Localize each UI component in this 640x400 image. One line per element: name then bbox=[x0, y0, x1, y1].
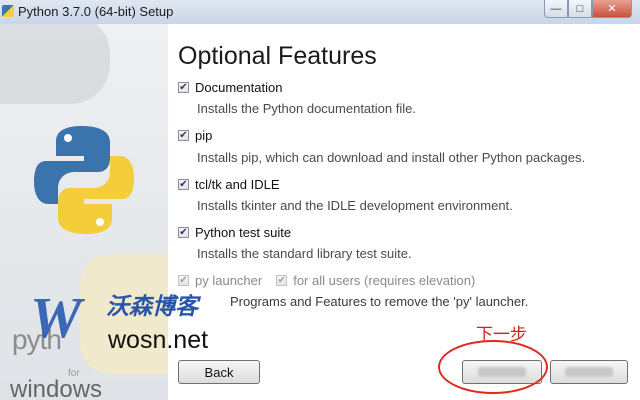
option-python-test-suite[interactable]: ✔ Python test suite bbox=[178, 225, 291, 240]
option-label: Documentation bbox=[195, 80, 283, 95]
checkbox-checked-icon[interactable]: ✔ bbox=[178, 82, 189, 93]
option-label: Python test suite bbox=[195, 225, 292, 240]
option-label: tcl/tk and IDLE bbox=[195, 177, 280, 192]
option-description: Installs the Python documentation file. bbox=[197, 101, 416, 116]
watermark-url: wosn.net bbox=[108, 326, 209, 354]
maximize-button[interactable]: □ bbox=[568, 0, 592, 18]
option-description: Installs the standard library test suite… bbox=[197, 246, 412, 261]
option-description: Installs pip, which can download and ins… bbox=[197, 150, 586, 165]
checkbox-checked-icon[interactable]: ✔ bbox=[178, 130, 189, 141]
option-pip[interactable]: ✔ pip bbox=[178, 128, 212, 143]
launcher-options-row: ✔ py launcher ✔ for all users (requires … bbox=[178, 273, 475, 288]
maximize-icon: □ bbox=[576, 2, 584, 15]
option-tcltk-idle[interactable]: ✔ tcl/tk and IDLE bbox=[178, 177, 280, 192]
checkbox-checked-icon[interactable]: ✔ bbox=[178, 227, 189, 238]
annotation-circle bbox=[438, 340, 548, 394]
watermark-site-name: 沃森博客 bbox=[106, 293, 198, 319]
option-label: pip bbox=[195, 128, 213, 143]
setup-window: Python 3.7.0 (64-bit) Setup — □ ✕ pyth f… bbox=[0, 0, 640, 400]
window-controls: — □ ✕ bbox=[544, 0, 632, 18]
windows-wordmark: windows bbox=[10, 376, 103, 400]
back-button[interactable]: Back bbox=[178, 360, 260, 384]
checkbox-checked-disabled-icon: ✔ bbox=[276, 274, 288, 286]
window-title: Python 3.7.0 (64-bit) Setup bbox=[18, 4, 174, 19]
title-bar: Python 3.7.0 (64-bit) Setup — □ ✕ bbox=[0, 0, 640, 24]
checkbox-checked-icon[interactable]: ✔ bbox=[178, 179, 189, 190]
close-button[interactable]: ✕ bbox=[592, 0, 632, 18]
cancel-button[interactable] bbox=[550, 360, 628, 384]
decorative-shape bbox=[0, 24, 110, 104]
option-documentation[interactable]: ✔ Documentation bbox=[178, 80, 282, 95]
python-logo-icon bbox=[34, 126, 134, 234]
minimize-icon: — bbox=[550, 2, 562, 15]
python-app-icon bbox=[2, 5, 14, 17]
option-description: Installs tkinter and the IDLE developmen… bbox=[197, 198, 513, 213]
checkbox-checked-disabled-icon: ✔ bbox=[178, 274, 189, 286]
blurred-label bbox=[565, 367, 613, 377]
all-users-label: for all users (requires elevation) bbox=[293, 273, 476, 288]
close-icon: ✕ bbox=[607, 3, 617, 15]
page-title: Optional Features bbox=[178, 42, 377, 70]
watermark-logo: W bbox=[30, 285, 82, 350]
launcher-note: Programs and Features to remove the 'py'… bbox=[230, 294, 529, 309]
minimize-button[interactable]: — bbox=[544, 0, 568, 18]
py-launcher-label: py launcher bbox=[195, 273, 263, 288]
